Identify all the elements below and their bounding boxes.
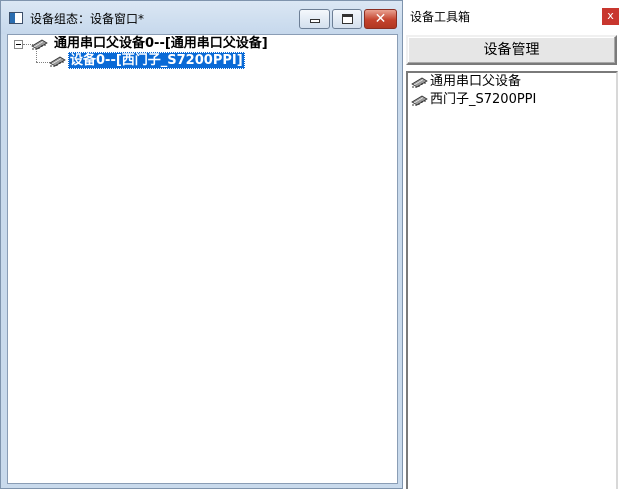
maximize-icon bbox=[342, 14, 353, 24]
screen: 设备组态：设备窗口* ✕ 通用串口父设备0--[通用串口父设备] 设备0--[西… bbox=[0, 0, 622, 489]
toolbox-close-button[interactable]: x bbox=[602, 8, 619, 25]
toolbox-title: 设备工具箱 bbox=[410, 10, 471, 24]
close-icon: ✕ bbox=[374, 11, 387, 27]
device-chip-icon bbox=[30, 38, 48, 50]
close-button[interactable]: ✕ bbox=[364, 9, 397, 29]
device-tree[interactable]: 通用串口父设备0--[通用串口父设备] 设备0--[西门子_S7200PPI] bbox=[7, 34, 398, 484]
window-titlebar[interactable]: 设备组态：设备窗口* ✕ bbox=[1, 1, 402, 34]
device-config-window: 设备组态：设备窗口* ✕ 通用串口父设备0--[通用串口父设备] 设备0--[西… bbox=[0, 0, 403, 489]
device-manage-button[interactable]: 设备管理 bbox=[406, 35, 617, 65]
tree-connector bbox=[36, 51, 37, 62]
minimize-icon bbox=[310, 19, 320, 23]
tree-node-label: 通用串口父设备0--[通用串口父设备] bbox=[54, 36, 268, 51]
device-toolbox-panel: 设备工具箱 x 设备管理 通用串口父设备 西门子_S7200PPI bbox=[403, 0, 622, 489]
collapse-toggle[interactable] bbox=[14, 40, 23, 49]
toolbox-device-list[interactable]: 通用串口父设备 西门子_S7200PPI bbox=[406, 71, 618, 489]
window-app-icon bbox=[9, 12, 23, 24]
device-chip-icon bbox=[48, 55, 66, 67]
minimize-button[interactable] bbox=[299, 9, 330, 29]
window-title: 设备组态：设备窗口* bbox=[30, 12, 145, 26]
device-chip-icon bbox=[410, 76, 428, 88]
tree-node-label-selected: 设备0--[西门子_S7200PPI] bbox=[68, 52, 245, 69]
list-item-label: 通用串口父设备 bbox=[430, 74, 522, 89]
list-item-label: 西门子_S7200PPI bbox=[430, 92, 537, 107]
maximize-button[interactable] bbox=[332, 9, 362, 29]
device-chip-icon bbox=[410, 94, 428, 106]
